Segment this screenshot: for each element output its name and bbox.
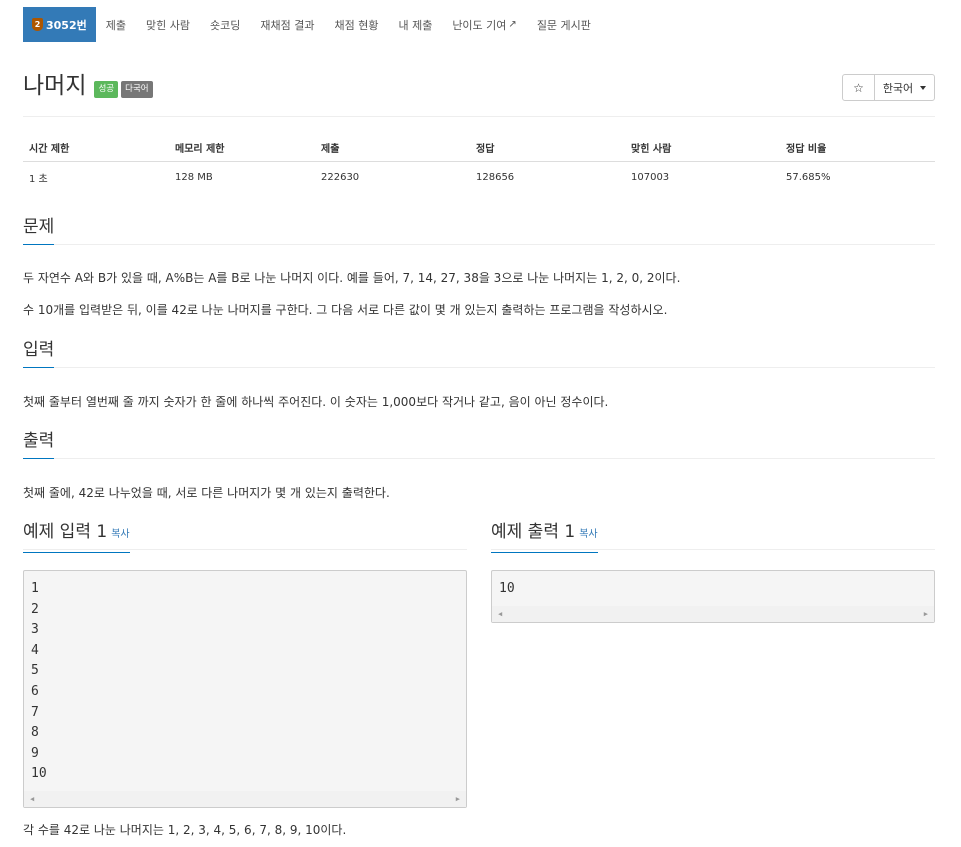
problem-description-1: 두 자연수 A와 B가 있을 때, A%B는 A를 B로 나눈 나머지 이다. … bbox=[23, 271, 681, 285]
problem-menu: 2 3052번 제출 맞힌 사람 숏코딩 재채점 결과 채점 현황 내 제출 난… bbox=[23, 7, 601, 42]
accept-rate-value: 57.685% bbox=[786, 171, 831, 183]
scroll-left-icon[interactable]: ◀ bbox=[498, 610, 502, 618]
time-limit-value: 1 초 bbox=[29, 173, 48, 185]
info-header: 메모리 제한 bbox=[175, 144, 225, 155]
output-description: 첫째 줄에, 42로 나누었을 때, 서로 다른 나머지가 몇 개 있는지 출력… bbox=[23, 486, 390, 500]
scroll-left-icon[interactable]: ◀ bbox=[30, 795, 34, 803]
sample-input-line: 1 bbox=[31, 581, 39, 596]
favorite-button[interactable]: ☆ bbox=[842, 74, 875, 101]
nav-submit[interactable]: 제출 bbox=[96, 7, 136, 42]
info-header: 제출 bbox=[321, 144, 340, 155]
section-title-output: 출력 bbox=[23, 431, 55, 459]
nav-problem-number[interactable]: 2 3052번 bbox=[23, 7, 96, 42]
info-header: 맞힌 사람 bbox=[631, 144, 672, 155]
multilang-badge: 다국어 bbox=[121, 81, 153, 98]
solved-users-value: 107003 bbox=[631, 171, 670, 183]
horizontal-scrollbar[interactable]: ◀ ▶ bbox=[492, 606, 934, 622]
problem-info-table: 시간 제한 메모리 제한 제출 정답 맞힌 사람 정답 비율 1 초 128 M… bbox=[23, 134, 935, 192]
language-label: 한국어 bbox=[882, 81, 914, 95]
problem-description-2: 수 10개를 입력받은 뒤, 이를 42로 나눈 나머지를 구한다. 그 다음 … bbox=[23, 303, 668, 317]
sample-input-line: 10 bbox=[31, 766, 47, 782]
section-divider bbox=[23, 367, 935, 368]
star-icon: ☆ bbox=[853, 80, 864, 95]
problem-title-row: 나머지 성공 다국어 bbox=[23, 72, 153, 100]
section-title-input: 입력 bbox=[23, 340, 55, 368]
scroll-right-icon[interactable]: ▶ bbox=[456, 795, 460, 803]
nav-short-coding[interactable]: 숏코딩 bbox=[200, 7, 250, 42]
sample-input-line: 6 bbox=[31, 683, 39, 699]
info-header: 시간 제한 bbox=[29, 144, 70, 155]
sample-input-title-text: 예제 입력 1 bbox=[23, 522, 108, 542]
sample-input-box[interactable]: 1 2 3 4 5 6 7 8 9 10 ◀ ▶ bbox=[23, 570, 467, 808]
scroll-right-icon[interactable]: ▶ bbox=[924, 610, 928, 618]
section-title-problem: 문제 bbox=[23, 217, 55, 245]
nav-problem-number-label: 3052번 bbox=[46, 18, 87, 32]
nav-difficulty-label: 난이도 기여 bbox=[452, 18, 507, 32]
nav-rejudge-results[interactable]: 재채점 결과 bbox=[250, 7, 324, 42]
external-link-icon: ↗ bbox=[508, 19, 517, 30]
section-divider bbox=[23, 458, 935, 459]
sample-input-line: 5 bbox=[31, 663, 39, 679]
info-value-row: 1 초 128 MB 222630 128656 107003 57.685% bbox=[23, 162, 935, 192]
sample-input-title: 예제 입력 1 복사 bbox=[23, 522, 130, 553]
sample-output-box[interactable]: 10 ◀ ▶ bbox=[491, 570, 935, 623]
accepted-value: 128656 bbox=[476, 171, 515, 183]
info-header-row: 시간 제한 메모리 제한 제출 정답 맞힌 사람 정답 비율 bbox=[23, 134, 935, 162]
sample-input-line: 2 bbox=[31, 601, 39, 617]
input-description: 첫째 줄부터 열번째 줄 까지 숫자가 한 줄에 하나씩 주어진다. 이 숫자는… bbox=[23, 395, 609, 409]
copy-input-button[interactable]: 복사 bbox=[111, 529, 129, 540]
info-header: 정답 bbox=[476, 144, 495, 155]
nav-difficulty-contribution[interactable]: 난이도 기여 ↗ bbox=[442, 7, 527, 42]
info-header: 정답 비율 bbox=[786, 144, 827, 155]
section-divider bbox=[23, 244, 935, 245]
memory-limit-value: 128 MB bbox=[175, 171, 213, 183]
status-badge: 성공 bbox=[94, 81, 119, 98]
tier-badge-icon: 2 bbox=[32, 18, 43, 31]
nav-solved-users[interactable]: 맞힌 사람 bbox=[136, 7, 200, 42]
sample-input-line: 9 bbox=[31, 745, 39, 761]
sample-input-line: 3 bbox=[31, 622, 39, 638]
sample-note: 각 수를 42로 나눈 나머지는 1, 2, 3, 4, 5, 6, 7, 8,… bbox=[23, 823, 347, 837]
nav-my-submissions[interactable]: 내 제출 bbox=[388, 7, 442, 42]
sample-output-title-text: 예제 출력 1 bbox=[491, 522, 576, 542]
problem-title: 나머지 bbox=[23, 73, 87, 99]
nav-judge-status[interactable]: 채점 현황 bbox=[324, 7, 388, 42]
sample-input-line: 8 bbox=[31, 725, 39, 741]
submissions-value: 222630 bbox=[321, 171, 360, 183]
horizontal-scrollbar[interactable]: ◀ ▶ bbox=[24, 791, 466, 807]
title-divider bbox=[23, 116, 935, 117]
sample-input-line: 7 bbox=[31, 704, 39, 720]
sample-output-title: 예제 출력 1 복사 bbox=[491, 522, 598, 553]
nav-question-board[interactable]: 질문 게시판 bbox=[527, 7, 601, 42]
copy-output-button[interactable]: 복사 bbox=[579, 529, 597, 540]
sample-output-line: 10 bbox=[499, 581, 515, 596]
language-dropdown[interactable]: 한국어 bbox=[874, 74, 935, 101]
sample-input-line: 4 bbox=[31, 642, 39, 658]
caret-down-icon bbox=[920, 85, 927, 90]
